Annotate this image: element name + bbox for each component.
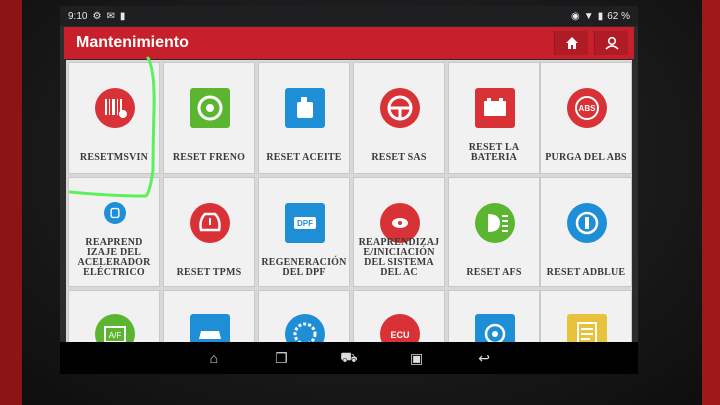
function-tile-label: RESETMSVIN (79, 152, 149, 163)
abs-icon: ABS (566, 87, 608, 129)
android-nav-bar: ⌂ ❐ ⛟ ▣ ↩ (60, 342, 638, 374)
svg-text:ABS: ABS (579, 104, 597, 113)
function-tile-label: RESET SAS (371, 152, 427, 163)
function-tile[interactable]: RESET LA BATERIA (448, 62, 540, 174)
brake-disc-icon (189, 87, 231, 129)
battery-level: 62 % (607, 10, 630, 22)
nav-vci-icon[interactable]: ⛟ (338, 349, 360, 368)
nav-home-icon[interactable]: ⌂ (203, 350, 225, 366)
function-tile[interactable]: REAPREND IZAJE DEL ACELERADOR ELÉCTRICO (68, 177, 160, 287)
page-title: Mantenimiento (76, 34, 189, 51)
function-tile-label: RESET LA BATERIA (468, 142, 520, 163)
function-tile-label: RESET ACEITE (266, 152, 342, 163)
battery-status-icon: ▮ (597, 10, 604, 22)
function-tile-label: REAPRENDIZAJ E/INICIACIÓN DEL SISTEMA DE… (358, 237, 440, 278)
status-bar: 9:10 ⚙ ✉ ▮ ◉ ▼ ▮ 62 % (60, 6, 638, 26)
svg-text:ECU: ECU (390, 330, 409, 340)
function-tile-label: REGENERACIÓN DEL DPF (261, 257, 347, 278)
function-tile[interactable]: RESET AFS (448, 177, 540, 287)
function-tile[interactable]: A/F (68, 290, 160, 354)
eye-status-icon: ◉ (571, 10, 580, 22)
function-tile[interactable]: ECU (353, 290, 445, 354)
function-tile-label: PURGA DEL ABS (545, 152, 627, 163)
nav-back-icon[interactable]: ↩ (473, 350, 495, 367)
function-tile[interactable] (448, 290, 540, 354)
home-button[interactable] (554, 31, 588, 55)
function-tile[interactable]: RESET ADBLUE (540, 177, 632, 287)
home-icon (565, 37, 578, 49)
function-tile[interactable] (258, 290, 350, 354)
barcode-icon (94, 87, 136, 129)
function-tile-label: RESET FRENO (172, 152, 246, 163)
notification-status-icon: ▮ (119, 10, 126, 22)
mail-status-icon: ✉ (106, 10, 115, 22)
function-tile[interactable]: DPF REGENERACIÓN DEL DPF (258, 177, 350, 287)
screen: 9:10 ⚙ ✉ ▮ ◉ ▼ ▮ 62 % Mantenimiento RESE… (60, 6, 638, 374)
device-bumper-left (0, 0, 22, 405)
device-bumper-right (702, 0, 720, 405)
throttle-icon (94, 192, 136, 234)
function-tile[interactable]: REAPRENDIZAJ E/INICIACIÓN DEL SISTEMA DE… (353, 177, 445, 287)
function-grid: RESETMSVIN RESET FRENO RESET ACEITE RESET S… (66, 60, 632, 354)
nav-recents-icon[interactable]: ❐ (270, 350, 292, 367)
svg-text:DPF: DPF (297, 219, 313, 228)
headlight-icon (474, 202, 516, 244)
function-tile[interactable] (163, 290, 255, 354)
function-tile[interactable]: RESET FRENO (163, 62, 255, 174)
function-tile[interactable]: ABS PURGA DEL ABS (540, 62, 632, 174)
function-tile-label: RESET AFS (466, 267, 522, 278)
wifi-status-icon: ▼ (583, 10, 594, 22)
user-button[interactable] (594, 31, 628, 55)
function-tile[interactable]: RESET SAS (353, 62, 445, 174)
device-frame: 9:10 ⚙ ✉ ▮ ◉ ▼ ▮ 62 % Mantenimiento RESE… (0, 0, 720, 405)
steering-wheel-icon (379, 87, 421, 129)
user-icon (604, 36, 619, 50)
nav-screenshot-icon[interactable]: ▣ (406, 350, 428, 367)
adblue-icon (566, 202, 608, 244)
oil-can-icon (284, 87, 326, 129)
dpf-icon: DPF (284, 202, 326, 244)
svg-text:A/F: A/F (109, 331, 122, 340)
function-tile-label: REAPREND IZAJE DEL ACELERADOR ELÉCTRICO (77, 237, 151, 278)
tire-pressure-icon (189, 202, 231, 244)
function-tile[interactable] (540, 290, 632, 354)
function-tile[interactable]: RESET TPMS (163, 177, 255, 287)
title-bar: Mantenimiento (64, 27, 634, 59)
status-time: 9:10 (68, 10, 88, 22)
battery-icon (474, 87, 516, 129)
function-tile[interactable]: RESETMSVIN (68, 62, 160, 174)
settings-status-icon: ⚙ (92, 10, 102, 22)
function-tile[interactable]: RESET ACEITE (258, 62, 350, 174)
function-tile-label: RESET TPMS (176, 267, 242, 278)
function-tile-label: RESET ADBLUE (546, 267, 626, 278)
